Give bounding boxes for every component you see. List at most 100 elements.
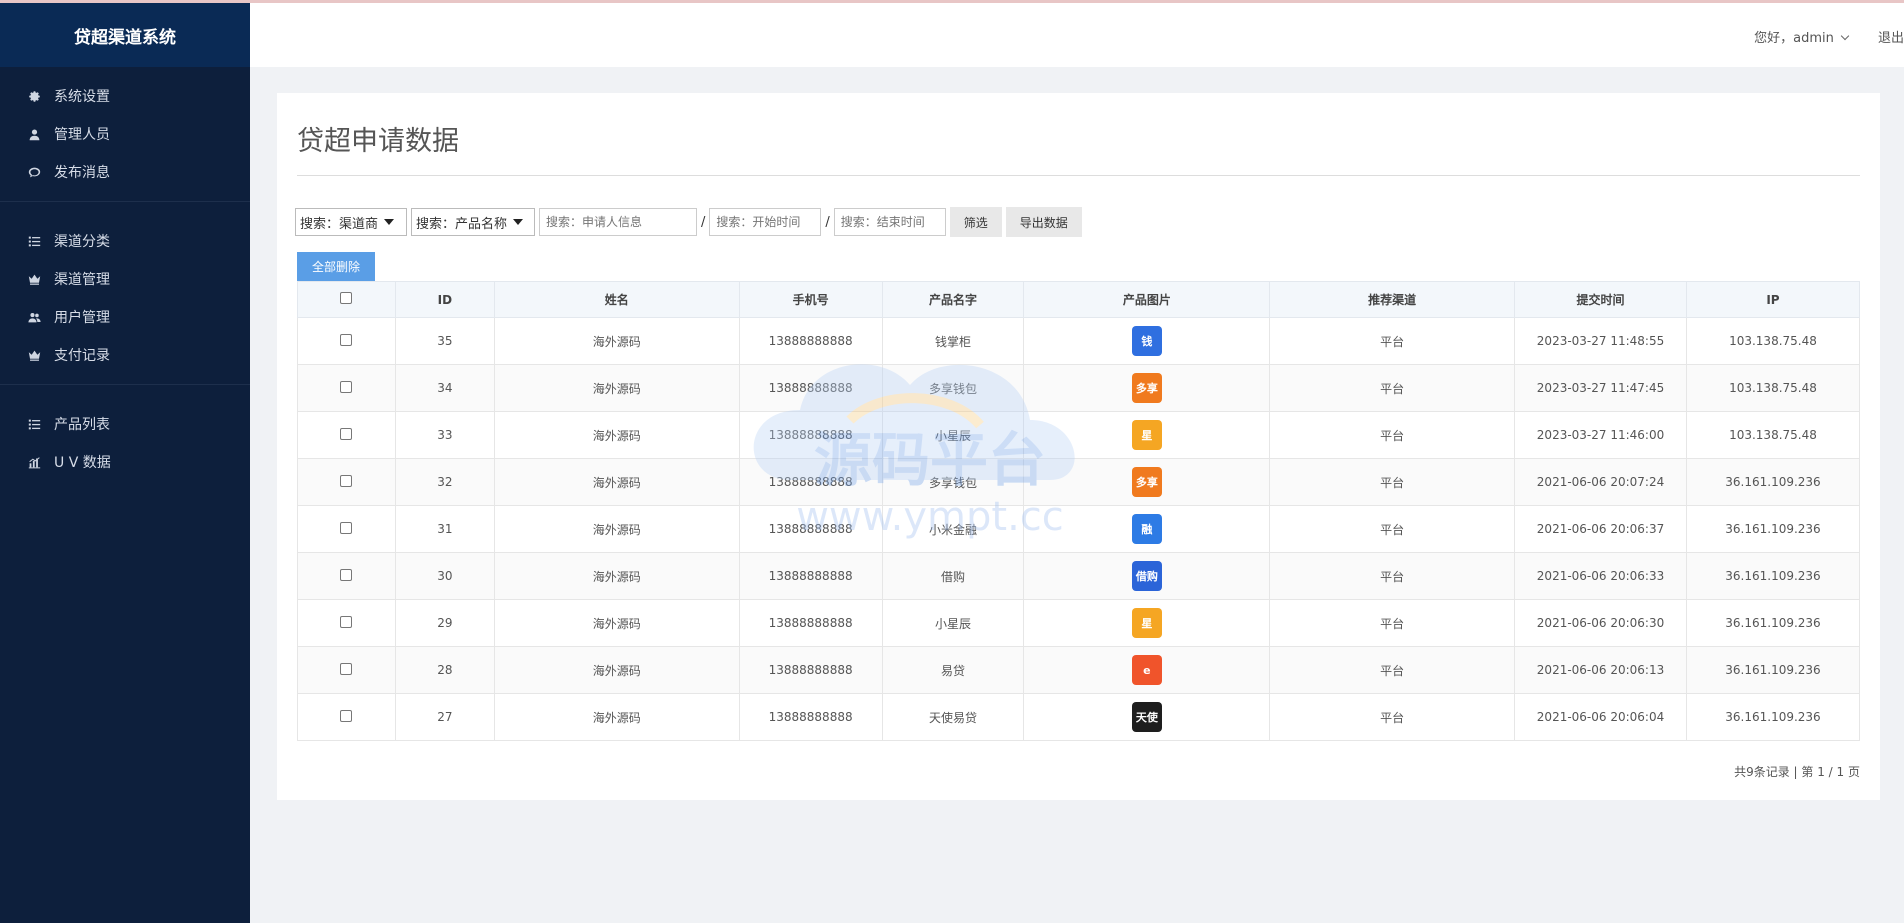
cell-phone: 13888888888 bbox=[738, 646, 883, 694]
row-checkbox[interactable] bbox=[340, 568, 353, 581]
separator: / bbox=[825, 214, 830, 230]
start-time-input[interactable] bbox=[709, 208, 822, 236]
cell-product: 易贷 bbox=[881, 646, 1025, 694]
row-select-cell bbox=[297, 317, 396, 365]
product-logo: 多享 bbox=[1131, 467, 1162, 497]
cell-product: 钱掌柜 bbox=[881, 317, 1025, 365]
row-select-cell bbox=[297, 505, 396, 553]
sidebar-item-label: U V 数据 bbox=[54, 455, 111, 471]
sidebar-item-label: 管理人员 bbox=[54, 127, 110, 143]
channel-select-value: 搜索：渠道商 bbox=[300, 216, 379, 232]
cell-product-image: 星 bbox=[1023, 411, 1271, 459]
product-logo: e bbox=[1131, 655, 1162, 685]
cell-name: 海外源码 bbox=[493, 317, 740, 365]
sidebar-item-messages[interactable]: 发布消息 bbox=[0, 153, 250, 191]
product-select-value: 搜索：产品名称 bbox=[416, 216, 508, 232]
row-checkbox[interactable] bbox=[340, 380, 353, 393]
cell-channel: 平台 bbox=[1269, 646, 1516, 694]
sidebar-item-label: 支付记录 bbox=[54, 348, 110, 364]
table-row: 34 海外源码 13888888888 多享钱包 多享 平台 2023-03-27 11:4… bbox=[297, 364, 1861, 412]
select-all-header bbox=[297, 281, 396, 318]
cell-time: 2021-06-06 20:06:33 bbox=[1514, 552, 1687, 600]
cell-name: 海外源码 bbox=[493, 458, 740, 506]
table-row: 35 海外源码 13888888888 钱掌柜 钱 平台 2023-03-27 11:48:… bbox=[297, 317, 1861, 365]
cell-channel: 平台 bbox=[1269, 458, 1516, 506]
list-icon bbox=[26, 234, 42, 248]
sidebar-item-system-settings[interactable]: 系统设置 bbox=[0, 77, 250, 115]
cell-phone: 13888888888 bbox=[738, 599, 883, 647]
cell-phone: 13888888888 bbox=[738, 552, 883, 600]
sidebar-item-uv-data[interactable]: U V 数据 bbox=[0, 443, 250, 481]
sidebar-item-channel-management[interactable]: 渠道管理 bbox=[0, 260, 250, 298]
cell-ip: 103.138.75.48 bbox=[1685, 364, 1861, 412]
applicant-search-input[interactable] bbox=[539, 208, 697, 236]
row-checkbox[interactable] bbox=[340, 615, 353, 628]
table-row: 32 海外源码 13888888888 多享钱包 多享 平台 2021-06-06 20:0… bbox=[297, 458, 1861, 506]
cell-id: 32 bbox=[394, 458, 495, 506]
cell-name: 海外源码 bbox=[493, 505, 740, 553]
table-row: 33 海外源码 13888888888 小星辰 星 平台 2023-03-27 11:46:… bbox=[297, 411, 1861, 459]
product-logo: 借购 bbox=[1131, 561, 1162, 591]
cell-time: 2021-06-06 20:06:30 bbox=[1514, 599, 1687, 647]
table-row: 27 海外源码 13888888888 天使易贷 天使 平台 2021-06-06 20:0… bbox=[297, 693, 1861, 741]
cell-channel: 平台 bbox=[1269, 317, 1516, 365]
product-logo: 融 bbox=[1131, 514, 1162, 544]
cell-name: 海外源码 bbox=[493, 599, 740, 647]
cell-ip: 36.161.109.236 bbox=[1685, 552, 1861, 600]
row-checkbox[interactable] bbox=[340, 333, 353, 346]
row-select-cell bbox=[297, 599, 396, 647]
crown-icon bbox=[26, 272, 42, 286]
sidebar-item-label: 发布消息 bbox=[54, 165, 110, 181]
row-checkbox[interactable] bbox=[340, 521, 353, 534]
product-logo: 天使 bbox=[1131, 702, 1162, 732]
logout-link[interactable]: 退出 bbox=[1878, 27, 1904, 46]
sidebar-item-product-list[interactable]: 产品列表 bbox=[0, 405, 250, 443]
row-checkbox[interactable] bbox=[340, 474, 353, 487]
user-greeting: 您好，admin bbox=[1754, 31, 1834, 46]
channel-select[interactable]: 搜索：渠道商 bbox=[295, 208, 407, 236]
filter-button[interactable]: 筛选 bbox=[949, 207, 1002, 237]
export-button[interactable]: 导出数据 bbox=[1005, 207, 1082, 237]
row-checkbox[interactable] bbox=[340, 709, 353, 722]
sidebar-item-label: 用户管理 bbox=[54, 310, 110, 326]
product-logo: 钱 bbox=[1131, 326, 1162, 356]
row-select-cell bbox=[297, 458, 396, 506]
row-select-cell bbox=[297, 693, 396, 741]
crown-icon bbox=[26, 348, 42, 362]
sidebar-item-channel-category[interactable]: 渠道分类 bbox=[0, 222, 250, 260]
row-checkbox[interactable] bbox=[340, 427, 353, 440]
delete-all-button[interactable]: 全部删除 bbox=[297, 252, 375, 281]
header-product-image: 产品图片 bbox=[1023, 281, 1271, 318]
end-time-input[interactable] bbox=[833, 208, 946, 236]
sidebar-item-admins[interactable]: 管理人员 bbox=[0, 115, 250, 153]
page-title: 贷超申请数据 bbox=[297, 126, 459, 157]
nav-group-system: 系统设置 管理人员 发布消息 bbox=[0, 67, 250, 202]
chevron-down-icon bbox=[1840, 31, 1850, 41]
select-all-checkbox[interactable] bbox=[340, 292, 353, 304]
cell-channel: 平台 bbox=[1269, 411, 1516, 459]
cell-product-image: 借购 bbox=[1023, 552, 1271, 600]
chat-icon bbox=[26, 165, 42, 179]
sidebar-item-payment-records[interactable]: 支付记录 bbox=[0, 336, 250, 374]
cell-name: 海外源码 bbox=[493, 364, 740, 412]
cell-time: 2021-06-06 20:06:37 bbox=[1514, 505, 1687, 553]
title-divider bbox=[297, 175, 1860, 176]
cell-id: 31 bbox=[394, 505, 495, 553]
cell-product-image: 融 bbox=[1023, 505, 1271, 553]
cell-product: 小星辰 bbox=[881, 599, 1025, 647]
product-select[interactable]: 搜索：产品名称 bbox=[411, 208, 535, 236]
cell-channel: 平台 bbox=[1269, 599, 1516, 647]
cell-time: 2021-06-06 20:06:04 bbox=[1514, 693, 1687, 741]
user-menu[interactable]: 您好，admin bbox=[1754, 27, 1850, 46]
main-panel: 贷超申请数据 搜索：渠道商 搜索：产品名称 / / 筛选 导出数据 全部删除 I… bbox=[277, 93, 1880, 800]
cell-phone: 13888888888 bbox=[738, 458, 883, 506]
table-row: 31 海外源码 13888888888 小米金融 融 平台 2021-06-06 20:06… bbox=[297, 505, 1861, 553]
sidebar-item-user-management[interactable]: 用户管理 bbox=[0, 298, 250, 336]
header-time: 提交时间 bbox=[1514, 281, 1687, 318]
cell-name: 海外源码 bbox=[493, 646, 740, 694]
row-checkbox[interactable] bbox=[340, 662, 353, 675]
row-select-cell bbox=[297, 646, 396, 694]
cell-ip: 36.161.109.236 bbox=[1685, 458, 1861, 506]
cell-time: 2023-03-27 11:47:45 bbox=[1514, 364, 1687, 412]
cell-channel: 平台 bbox=[1269, 505, 1516, 553]
